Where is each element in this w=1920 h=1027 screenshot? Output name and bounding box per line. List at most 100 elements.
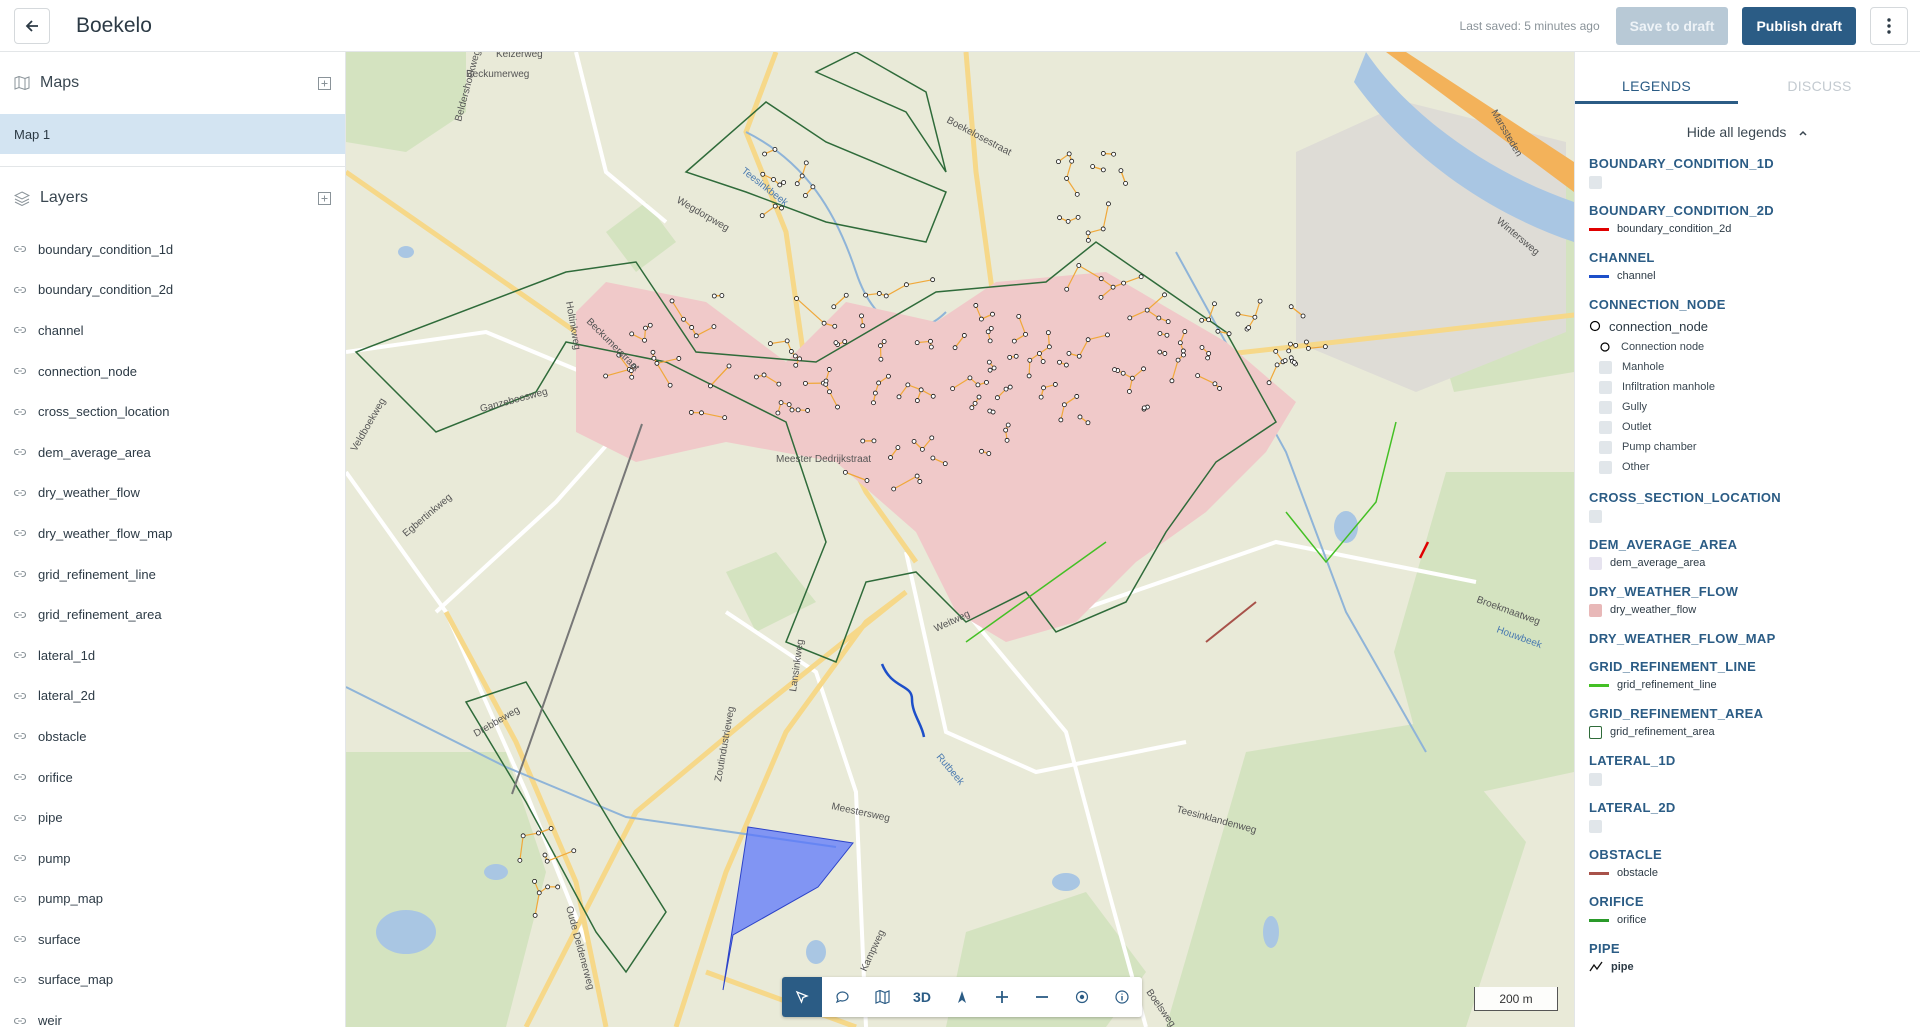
connection-node-marker[interactable] — [1085, 337, 1091, 343]
connection-node-marker[interactable] — [984, 379, 989, 385]
connection-node-marker[interactable] — [532, 878, 537, 884]
connection-node-marker[interactable] — [973, 303, 979, 308]
connection-node-marker[interactable] — [1126, 389, 1132, 394]
connection-node-marker[interactable] — [1226, 331, 1232, 337]
connection-node-marker[interactable] — [888, 455, 893, 460]
connection-node-marker[interactable] — [643, 325, 648, 331]
back-button[interactable] — [14, 7, 50, 44]
connection-node-marker[interactable] — [775, 410, 781, 416]
connection-node-marker[interactable] — [1162, 351, 1168, 356]
connection-node-marker[interactable] — [1098, 294, 1104, 300]
connection-node-marker[interactable] — [1304, 339, 1309, 345]
connection-node-marker[interactable] — [1004, 437, 1010, 443]
connection-node-marker[interactable] — [895, 445, 901, 450]
connection-node-marker[interactable] — [803, 160, 809, 166]
connection-node-marker[interactable] — [930, 455, 936, 461]
connection-node-marker[interactable] — [1181, 352, 1186, 358]
connection-node-marker[interactable] — [647, 322, 653, 328]
connection-node-marker[interactable] — [793, 362, 799, 368]
connection-node-marker[interactable] — [987, 338, 993, 344]
connection-node-marker[interactable] — [1266, 380, 1272, 386]
sidebar-item-layer[interactable]: orifice — [0, 757, 345, 798]
connection-node-marker[interactable] — [886, 373, 891, 379]
connection-node-marker[interactable] — [1118, 168, 1124, 174]
connection-node-marker[interactable] — [1291, 359, 1297, 365]
connection-node-marker[interactable] — [1016, 313, 1022, 319]
connection-node-marker[interactable] — [1100, 226, 1106, 232]
connection-node-marker[interactable] — [681, 316, 686, 322]
connection-node-marker[interactable] — [786, 402, 792, 407]
save-draft-button[interactable]: Save to draft — [1615, 6, 1729, 45]
connection-node-marker[interactable] — [1288, 341, 1293, 347]
connection-node-marker[interactable] — [1046, 344, 1052, 350]
connection-node-marker[interactable] — [689, 325, 695, 330]
connection-node-marker[interactable] — [883, 293, 889, 299]
connection-node-marker[interactable] — [1074, 394, 1080, 399]
connection-node-marker[interactable] — [1040, 359, 1046, 364]
connection-node-marker[interactable] — [760, 171, 766, 177]
connection-node-marker[interactable] — [842, 339, 848, 345]
map-canvas[interactable]: Beckumerweg Keizerweg Beldershoekweg Tee… — [346, 52, 1574, 1027]
connection-node-marker[interactable] — [642, 337, 647, 343]
connection-node-marker[interactable] — [860, 323, 866, 329]
connection-node-marker[interactable] — [1273, 348, 1279, 354]
connection-node-marker[interactable] — [669, 298, 675, 304]
connection-node-marker[interactable] — [802, 193, 808, 198]
connection-node-marker[interactable] — [1177, 340, 1183, 346]
connection-node-marker[interactable] — [603, 373, 609, 379]
more-options-button[interactable] — [1870, 6, 1908, 45]
connection-node-marker[interactable] — [708, 383, 713, 389]
connection-node-marker[interactable] — [1206, 351, 1212, 356]
connection-node-marker[interactable] — [843, 292, 849, 298]
connection-node-marker[interactable] — [1027, 357, 1033, 363]
connection-node-marker[interactable] — [1180, 348, 1186, 354]
connection-node-marker[interactable] — [544, 858, 550, 864]
connection-node-marker[interactable] — [831, 304, 837, 310]
map-svg[interactable]: Beckumerweg Keizerweg Beldershoekweg Tee… — [346, 52, 1574, 1027]
sidebar-item-layer[interactable]: connection_node — [0, 351, 345, 392]
connection-node-marker[interactable] — [1195, 373, 1201, 378]
connection-node-marker[interactable] — [917, 479, 923, 484]
connection-node-marker[interactable] — [1003, 427, 1009, 433]
connection-node-marker[interactable] — [794, 296, 799, 301]
sidebar-item-layer[interactable]: boundary_condition_2d — [0, 270, 345, 311]
locate-tool[interactable] — [1062, 977, 1102, 1017]
connection-node-marker[interactable] — [860, 438, 866, 444]
connection-node-marker[interactable] — [842, 469, 848, 475]
connection-node-marker[interactable] — [1293, 342, 1299, 348]
connection-node-marker[interactable] — [942, 461, 948, 467]
connection-node-marker[interactable] — [1169, 378, 1175, 384]
connection-node-marker[interactable] — [1144, 307, 1150, 313]
connection-node-marker[interactable] — [1121, 280, 1126, 286]
connection-node-marker[interactable] — [784, 338, 790, 344]
connection-node-marker[interactable] — [1217, 386, 1222, 391]
connection-node-marker[interactable] — [520, 833, 526, 839]
connection-node-marker[interactable] — [1075, 214, 1081, 220]
sidebar-item-layer[interactable]: dem_average_area — [0, 432, 345, 473]
connection-node-marker[interactable] — [914, 340, 920, 346]
3d-tool[interactable]: 3D — [902, 977, 942, 1017]
connection-node-marker[interactable] — [542, 852, 548, 858]
connection-node-marker[interactable] — [722, 415, 728, 421]
connection-node-marker[interactable] — [1076, 353, 1082, 359]
connection-node-marker[interactable] — [918, 387, 924, 393]
connection-node-marker[interactable] — [872, 390, 878, 396]
connection-node-marker[interactable] — [990, 409, 996, 415]
connection-node-marker[interactable] — [1056, 159, 1061, 165]
connection-node-marker[interactable] — [1076, 263, 1082, 268]
connection-node-marker[interactable] — [1098, 276, 1104, 282]
connection-node-marker[interactable] — [1282, 358, 1288, 364]
connection-node-marker[interactable] — [726, 363, 732, 369]
connection-node-marker[interactable] — [1057, 215, 1062, 221]
sidebar-item-layer[interactable]: lateral_2d — [0, 676, 345, 717]
connection-node-marker[interactable] — [985, 329, 991, 335]
map-tool[interactable] — [862, 977, 902, 1017]
sidebar-item-layer[interactable]: grid_refinement_line — [0, 554, 345, 595]
connection-node-marker[interactable] — [795, 407, 801, 413]
connection-node-marker[interactable] — [914, 473, 920, 479]
sidebar-item-layer[interactable]: pipe — [0, 797, 345, 838]
connection-node-marker[interactable] — [1175, 357, 1181, 363]
connection-node-marker[interactable] — [864, 478, 870, 483]
connection-node-marker[interactable] — [823, 378, 829, 384]
connection-node-marker[interactable] — [961, 333, 967, 338]
